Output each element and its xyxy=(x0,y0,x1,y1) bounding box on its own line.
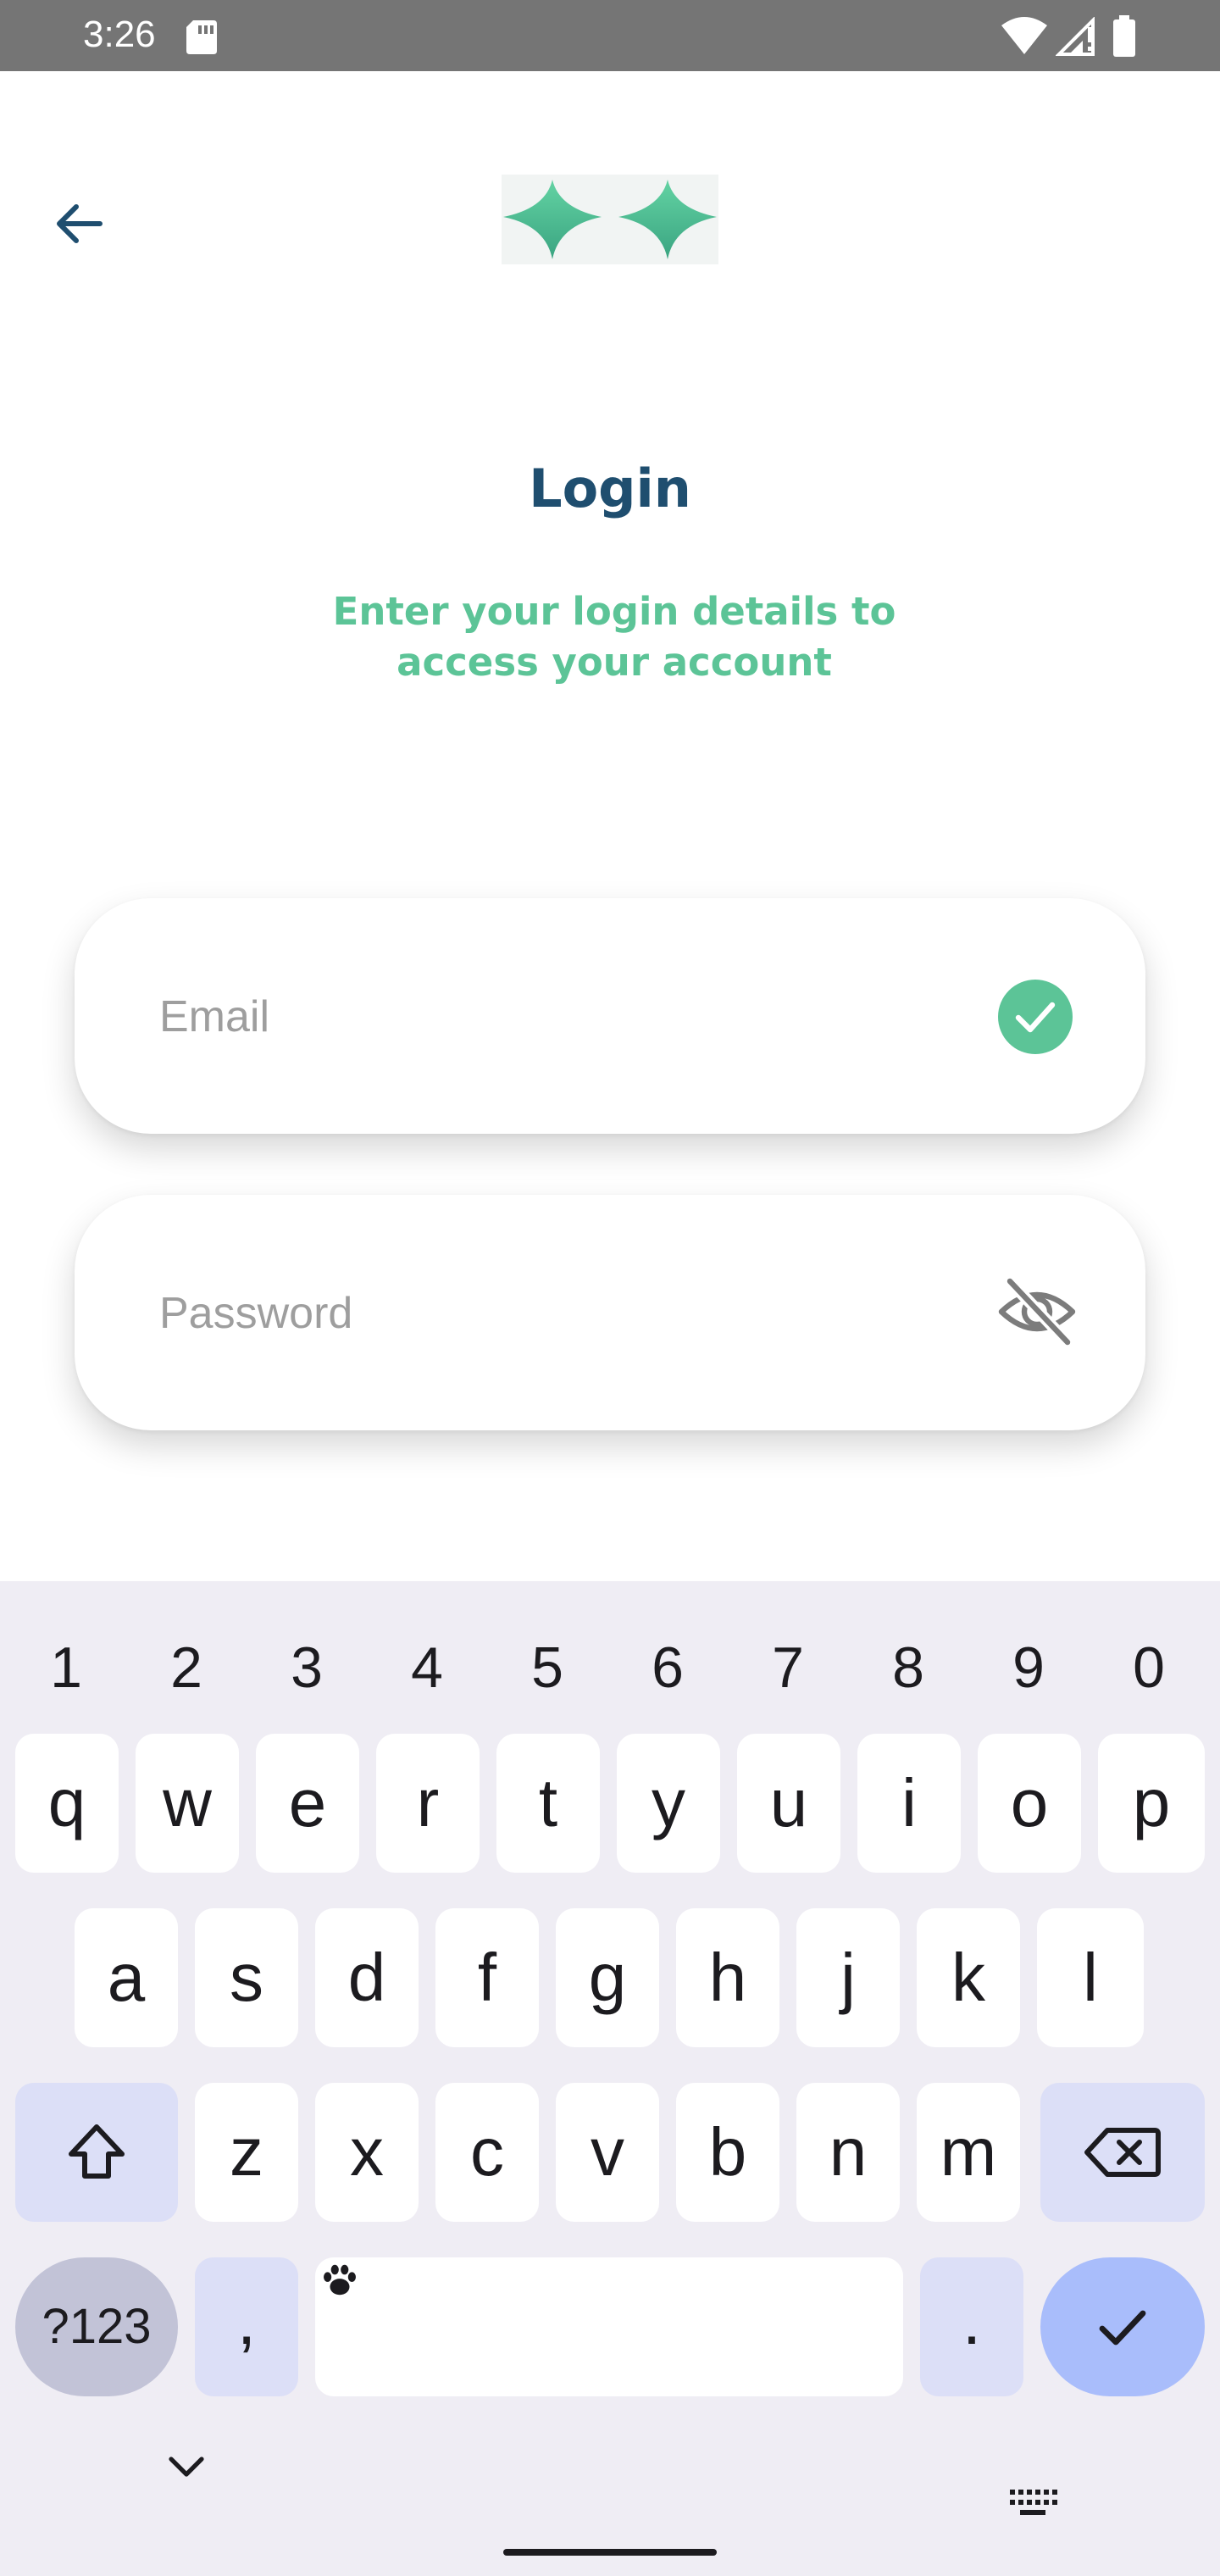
sd-card-icon xyxy=(186,20,217,54)
status-time: 3:26 xyxy=(83,14,156,55)
key-8[interactable]: 8 xyxy=(866,1625,951,1710)
key-l[interactable]: l xyxy=(1037,1908,1144,2047)
key-u[interactable]: u xyxy=(737,1734,840,1873)
password-field[interactable] xyxy=(75,1195,1145,1430)
home-indicator[interactable] xyxy=(503,2549,717,2556)
battery-icon xyxy=(1113,15,1135,57)
key-d[interactable]: d xyxy=(315,1908,419,2047)
key-t[interactable]: t xyxy=(496,1734,600,1873)
key-n[interactable]: n xyxy=(796,2083,900,2222)
period-key[interactable]: . xyxy=(920,2257,1023,2396)
status-bar: 3:26 xyxy=(0,0,1220,71)
shift-icon xyxy=(69,2124,125,2179)
arrow-left-icon xyxy=(57,204,103,243)
backspace-key[interactable] xyxy=(1040,2083,1205,2222)
key-6[interactable]: 6 xyxy=(625,1625,710,1710)
sparkles-logo xyxy=(503,180,717,259)
key-0[interactable]: 0 xyxy=(1106,1625,1191,1710)
key-q[interactable]: q xyxy=(15,1734,119,1873)
key-i[interactable]: i xyxy=(857,1734,961,1873)
key-v[interactable]: v xyxy=(556,2083,659,2222)
key-o[interactable]: o xyxy=(978,1734,1081,1873)
comma-key[interactable]: , xyxy=(195,2257,298,2396)
signal-icon xyxy=(1056,17,1095,56)
key-5[interactable]: 5 xyxy=(505,1625,590,1710)
wifi-icon xyxy=(1001,17,1047,54)
eye-off-icon[interactable] xyxy=(996,1271,1078,1352)
key-e[interactable]: e xyxy=(256,1734,359,1873)
number-row: 1 2 3 4 5 6 7 8 9 0 xyxy=(0,1625,1220,1710)
key-c[interactable]: c xyxy=(435,2083,539,2222)
key-7[interactable]: 7 xyxy=(746,1625,830,1710)
key-3[interactable]: 3 xyxy=(264,1625,349,1710)
key-j[interactable]: j xyxy=(796,1908,900,2047)
key-r[interactable]: r xyxy=(376,1734,480,1873)
page-subtitle: Enter your login details to access your … xyxy=(332,589,896,685)
key-y[interactable]: y xyxy=(617,1734,720,1873)
key-g[interactable]: g xyxy=(556,1908,659,2047)
soft-keyboard: 1 2 3 4 5 6 7 8 9 0 q w e r t y u i o p … xyxy=(0,1581,1220,2576)
key-p[interactable]: p xyxy=(1098,1734,1205,1873)
key-x[interactable]: x xyxy=(315,2083,419,2222)
key-k[interactable]: k xyxy=(917,1908,1020,2047)
password-input[interactable] xyxy=(159,1271,1006,1356)
enter-check-icon xyxy=(1099,2310,1146,2346)
email-input[interactable] xyxy=(159,974,1006,1059)
enter-key[interactable] xyxy=(1040,2257,1205,2396)
key-2[interactable]: 2 xyxy=(144,1625,229,1710)
key-9[interactable]: 9 xyxy=(986,1625,1071,1710)
key-f[interactable]: f xyxy=(435,1908,539,2047)
check-circle-icon xyxy=(998,980,1073,1054)
shift-key[interactable] xyxy=(15,2083,178,2222)
app-logo xyxy=(502,175,718,264)
backspace-icon xyxy=(1084,2128,1161,2177)
key-h[interactable]: h xyxy=(676,1908,779,2047)
keyboard-switch-icon[interactable] xyxy=(1008,2488,1057,2518)
email-field[interactable] xyxy=(75,898,1145,1134)
key-s[interactable]: s xyxy=(195,1908,298,2047)
key-w[interactable]: w xyxy=(136,1734,239,1873)
key-1[interactable]: 1 xyxy=(24,1625,108,1710)
key-z[interactable]: z xyxy=(195,2083,298,2222)
key-4[interactable]: 4 xyxy=(385,1625,469,1710)
symbols-key[interactable]: ?123 xyxy=(15,2257,178,2396)
space-key[interactable] xyxy=(315,2257,903,2396)
keyboard-hide-icon[interactable] xyxy=(166,2454,207,2479)
key-a[interactable]: a xyxy=(75,1908,178,2047)
page-title: Login xyxy=(529,458,691,519)
key-m[interactable]: m xyxy=(917,2083,1020,2222)
back-button[interactable] xyxy=(44,188,115,259)
key-b[interactable]: b xyxy=(676,2083,779,2222)
emoji-paw-icon xyxy=(324,2264,356,2296)
